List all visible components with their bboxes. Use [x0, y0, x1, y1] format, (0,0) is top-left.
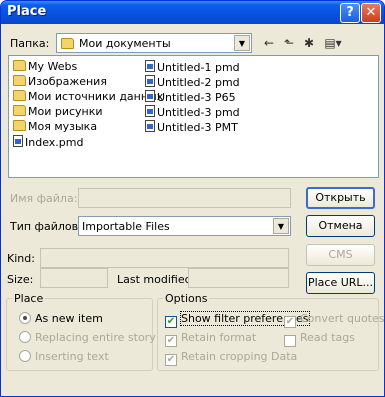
- kind-label: Kind:: [7, 252, 35, 265]
- list-item[interactable]: Untitled-3 pmd: [145, 105, 240, 121]
- folder-icon: [13, 120, 26, 131]
- radio-replacing-story[interactable]: Replacing entire story: [19, 331, 156, 344]
- retain-format-checkbox[interactable]: ✔ Retain format: [165, 331, 256, 347]
- title-bar: Place ? ✕: [1, 1, 384, 24]
- list-item[interactable]: Изображения: [13, 75, 107, 91]
- size-label: Size:: [7, 273, 34, 286]
- size-field: [40, 268, 108, 288]
- list-item[interactable]: Untitled-3 P65: [145, 90, 236, 106]
- file-list[interactable]: My Webs Изображения Мои источники данных…: [8, 55, 379, 178]
- list-item[interactable]: Untitled-2 pmd: [145, 75, 240, 91]
- lookin-dropdown[interactable]: Мои документы ▼: [56, 33, 252, 53]
- filename-label: Имя файла:: [10, 192, 78, 205]
- checkmark-icon[interactable]: ✔: [165, 316, 177, 328]
- chevron-down-icon[interactable]: ▼: [234, 35, 250, 51]
- list-item[interactable]: Untitled-3 PMT: [145, 120, 238, 136]
- checkmark-icon[interactable]: ✔: [165, 354, 177, 366]
- help-button[interactable]: ?: [340, 3, 360, 23]
- views-menu-icon[interactable]: ▤▾: [321, 36, 345, 50]
- lookin-label: Папка:: [10, 37, 50, 50]
- file-icon: [13, 135, 23, 147]
- radio-as-new-item[interactable]: As new item: [19, 312, 103, 325]
- file-icon: [145, 105, 155, 117]
- back-icon[interactable]: ←: [261, 36, 277, 50]
- list-item[interactable]: Мои источники данных: [13, 90, 163, 106]
- filetype-label: Тип файлов:: [10, 220, 82, 233]
- folder-icon: [13, 105, 26, 116]
- filetype-value: Importable Files: [82, 220, 170, 233]
- list-item[interactable]: My Webs: [13, 60, 77, 76]
- place-url-button[interactable]: Place URL...: [306, 272, 375, 294]
- modified-label: Last modified:: [117, 273, 196, 286]
- list-item[interactable]: Index.pmd: [13, 135, 83, 151]
- up-folder-icon[interactable]: ⬑: [281, 36, 297, 50]
- radio-inserting-text[interactable]: Inserting text: [19, 350, 109, 363]
- window-title: Place: [7, 4, 47, 19]
- open-button[interactable]: Открыть: [306, 187, 375, 209]
- folder-icon: [13, 60, 26, 71]
- new-folder-icon[interactable]: ✱: [301, 36, 317, 50]
- cancel-button[interactable]: Отмена: [306, 215, 375, 237]
- file-icon: [145, 60, 155, 72]
- cms-source-button[interactable]: CMS source...: [306, 244, 375, 281]
- file-icon: [145, 75, 155, 87]
- folder-icon: [13, 75, 26, 86]
- checkmark-icon[interactable]: ✔: [284, 316, 296, 328]
- file-icon: [145, 120, 155, 132]
- checkmark-icon[interactable]: ✔: [165, 335, 177, 347]
- place-group-title: Place: [12, 292, 46, 305]
- retain-cropping-checkbox[interactable]: ✔ Retain cropping Data: [165, 350, 297, 366]
- radio-button[interactable]: [19, 312, 31, 324]
- read-tags-checkbox[interactable]: ✔Read tags: [284, 331, 355, 347]
- convert-quotes-checkbox[interactable]: ✔ Convert quotes: [284, 312, 384, 328]
- filename-input[interactable]: [78, 188, 291, 208]
- kind-field: [40, 248, 289, 268]
- checkbox-empty-icon[interactable]: ✔: [284, 335, 296, 347]
- folder-icon: [13, 90, 26, 101]
- list-item[interactable]: Untitled-1 pmd: [145, 60, 240, 76]
- list-item[interactable]: Мои рисунки: [13, 105, 103, 121]
- close-button[interactable]: ✕: [361, 3, 381, 23]
- modified-field: [188, 268, 289, 288]
- radio-button[interactable]: [19, 331, 31, 343]
- folder-icon: [61, 38, 74, 49]
- filetype-dropdown[interactable]: Importable Files ▼: [78, 216, 291, 236]
- chevron-down-icon[interactable]: ▼: [273, 218, 289, 234]
- file-icon: [145, 90, 155, 102]
- lookin-value: Мои документы: [79, 37, 171, 50]
- place-dialog: Place ? ✕ Папка: Мои документы ▼ ← ⬑ ✱ ▤…: [0, 0, 385, 397]
- options-group-title: Options: [163, 292, 210, 305]
- radio-button[interactable]: [19, 350, 31, 362]
- list-item[interactable]: Моя музыка: [13, 120, 97, 136]
